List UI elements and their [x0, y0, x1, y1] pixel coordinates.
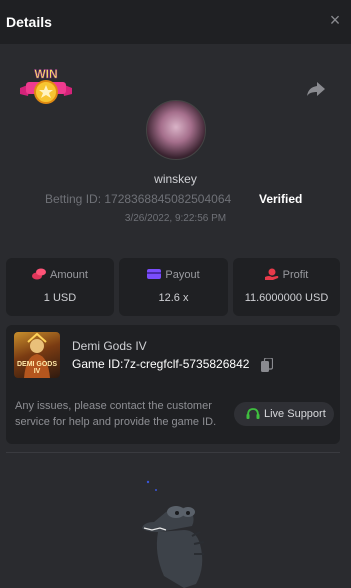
- support-help-text: Any issues, please contact the customer …: [15, 400, 217, 428]
- game-name: Demi Gods IV: [72, 339, 147, 353]
- copy-icon[interactable]: [261, 358, 273, 372]
- stat-payout: Payout 12.6 x: [119, 258, 228, 316]
- stat-amount-label: Amount: [50, 269, 88, 281]
- stat-payout-value: 12.6 x: [158, 292, 189, 304]
- divider: [6, 452, 340, 453]
- stat-amount-value: 1 USD: [43, 292, 77, 304]
- headset-icon: [246, 408, 260, 419]
- game-thumbnail-title: DEMI GODS IV: [16, 361, 58, 375]
- bet-timestamp: 3/26/2022, 9:22:56 PM: [124, 213, 227, 224]
- stat-amount: Amount 1 USD: [6, 258, 114, 316]
- game-card: DEMI GODS IV Demi Gods IV Game ID:7z-cre…: [6, 325, 340, 444]
- live-support-label: Live Support: [264, 408, 326, 420]
- game-thumbnail[interactable]: DEMI GODS IV: [14, 332, 60, 378]
- stat-profit-label: Profit: [282, 269, 309, 281]
- crocodile-mascot-icon: [142, 480, 205, 588]
- stat-payout-label: Payout: [165, 269, 200, 281]
- hand-coins-icon: [264, 268, 278, 280]
- win-badge-icon: WIN: [20, 67, 72, 104]
- card-icon: [147, 269, 162, 279]
- username: winskey: [154, 172, 197, 186]
- verified-badge: Verified: [259, 192, 303, 206]
- stat-profit-value: 11.6000000 USD: [244, 292, 329, 304]
- page-title: Details: [6, 14, 52, 30]
- stat-profit: Profit 11.6000000 USD: [233, 258, 340, 316]
- win-badge-text: WIN: [34, 67, 57, 81]
- header-bar: Details ×: [0, 0, 351, 44]
- share-icon[interactable]: [306, 80, 326, 98]
- avatar: [146, 100, 206, 160]
- betting-id: Betting ID: 1728368845082504064: [45, 192, 232, 206]
- game-id: Game ID:7z-cregfclf-5735826842: [72, 357, 250, 371]
- coins-icon: [32, 268, 47, 280]
- live-support-button[interactable]: Live Support: [234, 402, 334, 426]
- close-icon[interactable]: ×: [327, 11, 343, 29]
